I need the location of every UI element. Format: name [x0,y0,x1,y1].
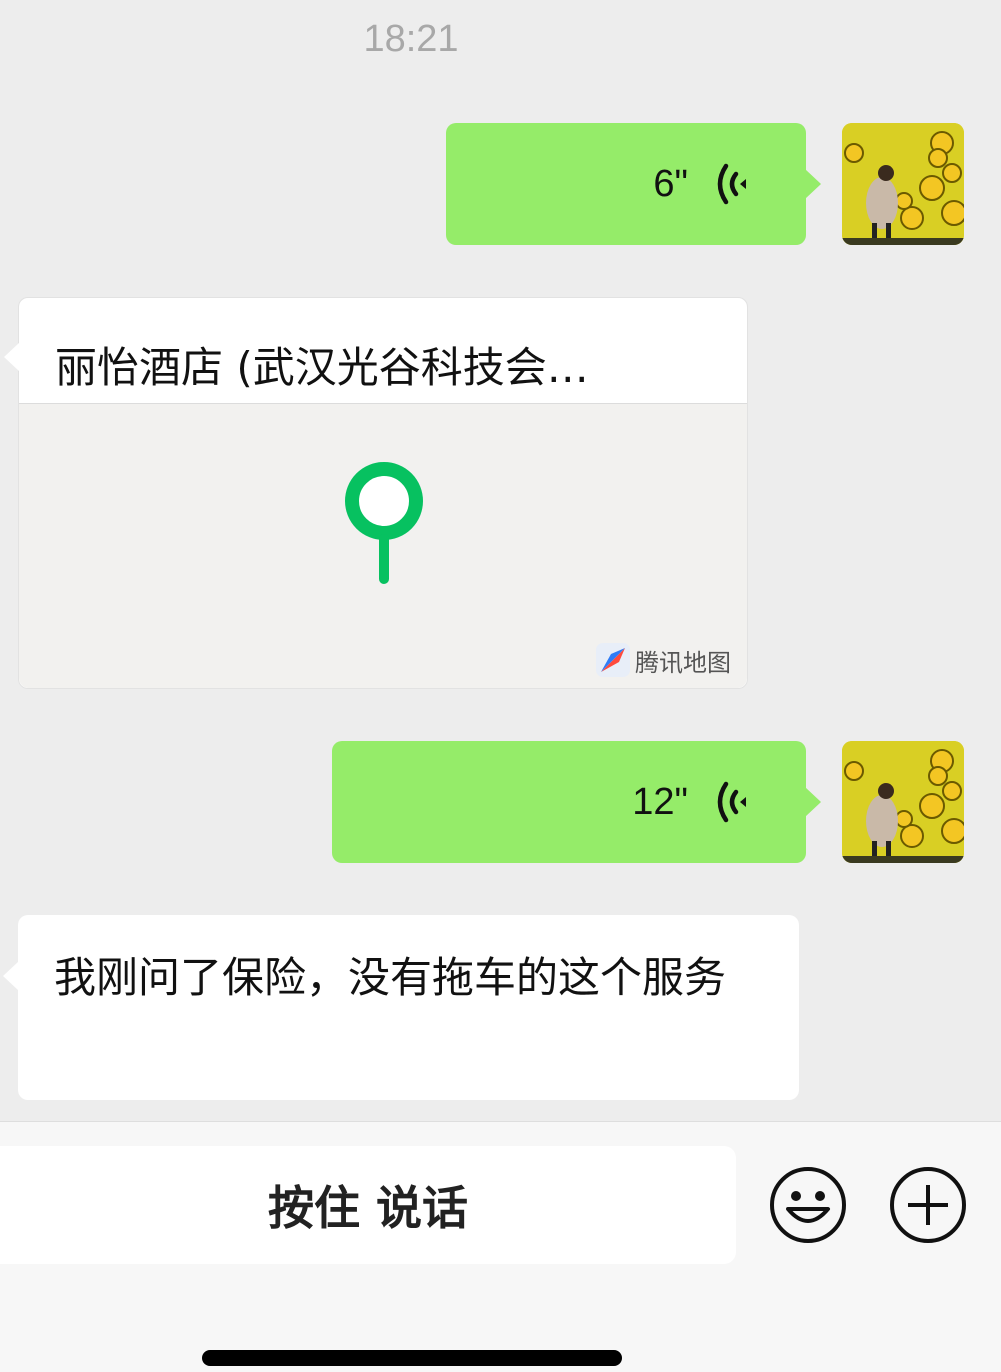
bubble-tail [3,961,19,991]
bubble-tail [805,787,821,817]
location-map-preview[interactable]: 腾讯地图 [19,403,747,688]
chat-input-bar: 按住 说话 [0,1121,1001,1372]
plus-circle-icon[interactable] [888,1165,968,1245]
voice-duration: 12" [632,781,688,823]
voice-message-bubble[interactable]: 12" [332,741,821,863]
map-provider-badge: 腾讯地图 [595,642,731,678]
location-message-card[interactable]: 丽怡酒店 (武汉光谷科技会… 腾讯地图 [4,297,748,689]
voice-wave-icon [717,781,746,823]
hold-to-talk-button[interactable]: 按住 说话 [0,1146,736,1264]
message-text: 我刚问了保险，没有拖车的这个服务 [54,953,727,1002]
map-provider-label: 腾讯地图 [635,648,731,677]
map-pin-icon [345,462,423,584]
home-indicator[interactable] [202,1350,622,1366]
voice-wave-icon [717,163,746,205]
user-avatar[interactable] [842,123,964,245]
user-avatar[interactable] [842,741,964,863]
bubble-tail [805,169,821,199]
avatar-image-icon [842,123,964,245]
voice-duration: 6" [653,163,688,205]
smiley-icon[interactable] [768,1165,848,1245]
text-message-bubble[interactable]: 我刚问了保险，没有拖车的这个服务 [3,915,799,1100]
chat-timestamp: 18:21 [363,18,459,60]
tencent-map-logo-icon [596,643,630,677]
avatar-image-icon [842,741,964,863]
bubble-tail [4,342,20,372]
location-title: 丽怡酒店 (武汉光谷科技会… [55,343,589,392]
voice-message-bubble[interactable]: 6" [446,123,821,245]
